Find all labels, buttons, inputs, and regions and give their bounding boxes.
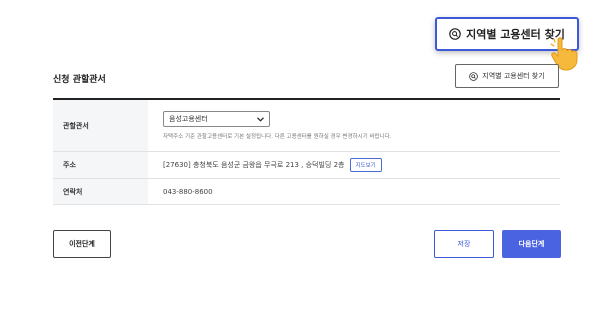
find-center-label: 지역별 고용센터 찾기	[482, 72, 545, 80]
office-help-text: 자택주소 기준 관할고용센터로 기본 설정됩니다. 다른 고용센터를 원하실 경…	[163, 134, 392, 140]
map-view-button[interactable]: 지도보기	[349, 158, 382, 172]
save-button[interactable]: 저장	[434, 230, 494, 258]
office-select-value: 음성고용센터	[169, 115, 208, 123]
find-center-button[interactable]: 지역별 고용센터 찾기	[455, 64, 559, 88]
address-label: 주소	[53, 152, 148, 178]
office-row: 관할관서 음성고용센터 자택주소 기준 관할고용센터로 기본 설정됩니다. 다른…	[53, 100, 560, 152]
address-row: 주소 [27630] 충청북도 음성군 금왕읍 무극로 213 , 승덕빌딩 2…	[53, 152, 560, 179]
chevron-down-icon	[257, 116, 264, 122]
office-select[interactable]: 음성고용센터	[163, 111, 270, 127]
search-icon	[449, 28, 461, 40]
next-step-button[interactable]: 다음단계	[502, 230, 561, 258]
address-value: [27630] 충청북도 음성군 금왕읍 무극로 213 , 승덕빌딩 2층	[163, 161, 345, 169]
office-form-table: 관할관서 음성고용센터 자택주소 기준 관할고용센터로 기본 설정됩니다. 다른…	[53, 98, 560, 205]
search-icon	[469, 71, 479, 81]
phone-row: 연락처 043-880-8600	[53, 179, 560, 205]
office-label: 관할관서	[53, 100, 148, 151]
phone-label: 연락처	[53, 179, 148, 204]
prev-step-button[interactable]: 이전단계	[53, 230, 111, 258]
section-title: 신청 관할관서	[53, 75, 106, 85]
phone-value: 043-880-8600	[163, 187, 213, 196]
